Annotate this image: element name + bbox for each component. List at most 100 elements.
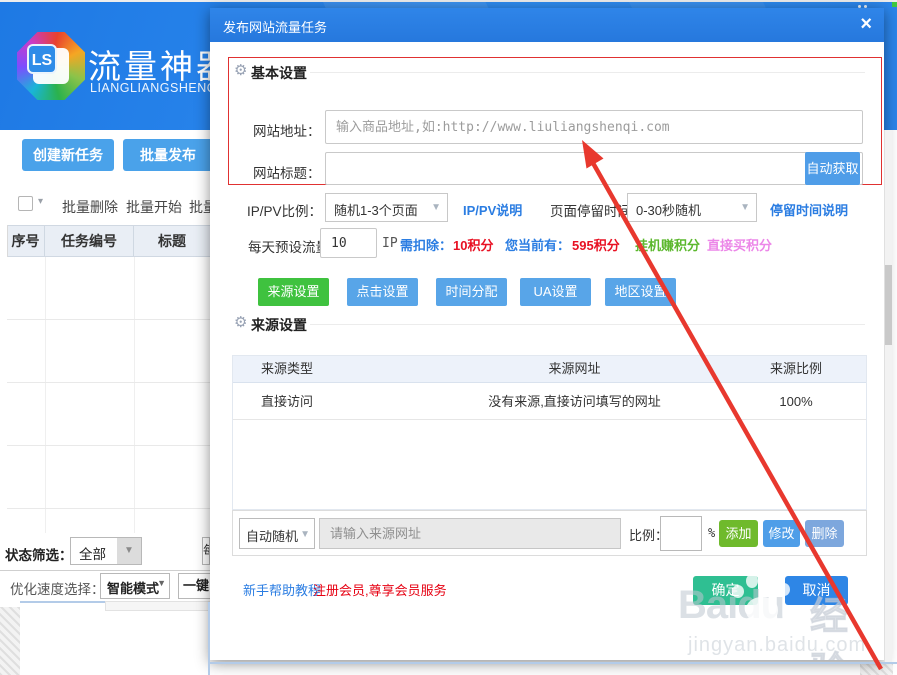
screen: LS 流量神器 LIANGLIANGSHENQI 创建新任务 批量发布 ▾ 批量… [0,0,897,675]
batch-delete-link[interactable]: 批量删除 [62,197,118,217]
partial-hidden-control: 每 [202,537,210,565]
publish-task-dialog: 发布网站流量任务 × ⚙ 基本设置 网站地址： 网站标题： 自动获取 IP/PV… [210,8,884,660]
url-label: 网站地址： [253,120,321,140]
ippv-select[interactable]: 随机1-3个页面 ▼ [325,193,448,222]
source-table-header: 来源类型 来源网址 来源比例 [233,356,866,383]
cancel-button[interactable]: 取消 [785,576,848,605]
ratio-input[interactable] [660,516,702,551]
gear-icon: ⚙ [234,313,247,331]
close-icon[interactable]: × [860,12,872,36]
stay-time-select-value: 0-30秒随机 [636,200,701,219]
status-filter-label: 状态筛选： [5,544,73,564]
source-type-value: 自动随机来源 [246,526,298,545]
watermark-domain: jingyan.baidu.com [688,634,866,657]
caret-down-icon: ▼ [431,202,441,213]
status-filter-arrow[interactable]: ▼ [117,538,141,564]
scrollbar-thumb[interactable] [885,265,892,345]
deduct-label: 需扣除： [400,235,452,254]
speed-row-divider [0,570,210,571]
newbie-help-link[interactable]: 新手帮助教程 [243,580,321,599]
corner-indicator [892,2,897,7]
source-col-url: 来源网址 [423,356,726,382]
source-row-ratio: 100% [726,383,866,419]
ippv-select-value: 随机1-3个页面 [334,200,418,219]
auto-fetch-button[interactable]: 自动获取 [805,152,860,185]
speed-select-value: 智能模式 [107,578,159,597]
task-col-index: 序号 [7,226,45,256]
table-row [7,383,210,446]
task-col-title: 标题 [134,226,210,256]
dialog-title: 发布网站流量任务 [223,17,327,36]
edit-source-button[interactable]: 修改 [763,520,800,547]
resize-grip-left [0,607,20,675]
task-table-body [7,257,210,533]
source-col-type: 来源类型 [233,356,423,382]
source-url-input[interactable] [319,518,621,549]
status-filter-value: 全部 [79,543,106,563]
url-input[interactable] [325,110,863,144]
hidden-panel-sliver [105,601,210,611]
site-title-input[interactable] [325,152,863,185]
panel-divider [208,602,210,675]
buy-credits-link[interactable]: 直接买积分 [707,235,772,254]
add-source-button[interactable]: 添加 [719,520,758,547]
tab-click-settings[interactable]: 点击设置 [347,278,418,306]
speed-select-label: 优化速度选择： [10,578,105,598]
source-table: 来源类型 来源网址 来源比例 直接访问 没有来源,直接访问填写的网址 100% [232,355,867,510]
delete-source-button[interactable]: 删除 [805,520,844,547]
one-key-button-partial[interactable]: 一键 [178,573,211,599]
source-settings-heading: 来源设置 [251,315,307,335]
ippv-help-link[interactable]: IP/PV说明 [463,200,522,219]
caret-down-icon: ▼ [157,578,166,588]
dialog-titlebar[interactable]: 发布网站流量任务 × [210,8,884,42]
stay-time-select[interactable]: 0-30秒随机 ▼ [627,193,757,222]
source-controls-bar: 自动随机来源 ▼ 比例： % 添加 修改 删除 [232,510,867,556]
caret-down-icon: ▼ [740,202,750,213]
table-row [7,257,210,320]
select-all-caret-icon[interactable]: ▾ [38,196,43,207]
resize-grip-right[interactable] [860,664,893,675]
daily-traffic-input[interactable] [320,228,377,258]
table-row[interactable]: 直接访问 没有来源,直接访问填写的网址 100% [233,383,866,420]
caret-down-icon: ▼ [124,545,134,556]
confirm-button[interactable]: 确定 [693,576,758,605]
section-divider [310,72,865,73]
section-divider [310,324,865,325]
speed-select[interactable]: 智能模式 ▼ [100,573,170,599]
gear-icon: ⚙ [234,61,247,79]
task-col-id: 任务编号 [45,226,134,256]
scrollbar[interactable] [884,130,892,663]
batch-publish-button[interactable]: 批量发布 [123,139,213,171]
daily-traffic-unit: IP [382,236,398,251]
basic-settings-heading: 基本设置 [251,63,307,83]
stay-time-help-link[interactable]: 停留时间说明 [770,200,848,219]
source-type-select[interactable]: 自动随机来源 ▼ [239,518,315,549]
table-row [7,446,210,509]
task-table-header: 序号 任务编号 标题 [7,225,210,257]
source-row-type: 直接访问 [233,383,423,419]
balance-value: 595积分 [572,235,620,254]
tab-time-allocation[interactable]: 时间分配 [436,278,507,306]
create-task-button[interactable]: 创建新任务 [22,139,114,171]
source-row-url: 没有来源,直接访问填写的网址 [423,383,726,419]
table-row [7,320,210,383]
tab-source-settings[interactable]: 来源设置 [258,278,329,306]
batch-start-link[interactable]: 批量开始 [126,197,182,217]
select-all-checkbox[interactable] [18,196,33,211]
tab-region-settings[interactable]: 地区设置 [605,278,676,306]
earn-credits-link[interactable]: 挂机赚积分 [635,235,700,254]
window-bottom-border [210,662,897,664]
app-logo-badge: LS [27,44,57,74]
site-title-label: 网站标题： [253,162,321,182]
batch-more-link[interactable]: 批量 [189,197,210,217]
deduct-value: 10积分 [453,235,493,254]
register-vip-link[interactable]: 注册会员,尊享会员服务 [313,580,447,599]
tab-ua-settings[interactable]: UA设置 [520,278,591,306]
app-subtitle: LIANGLIANGSHENQI [90,81,221,95]
percent-sign: % [708,526,715,540]
status-filter-select[interactable]: 全部 ▼ [70,537,142,565]
ippv-label: IP/PV比例： [247,200,322,220]
balance-label: 您当前有： [505,235,570,254]
caret-down-icon: ▼ [300,529,310,540]
source-col-ratio: 来源比例 [726,356,866,382]
